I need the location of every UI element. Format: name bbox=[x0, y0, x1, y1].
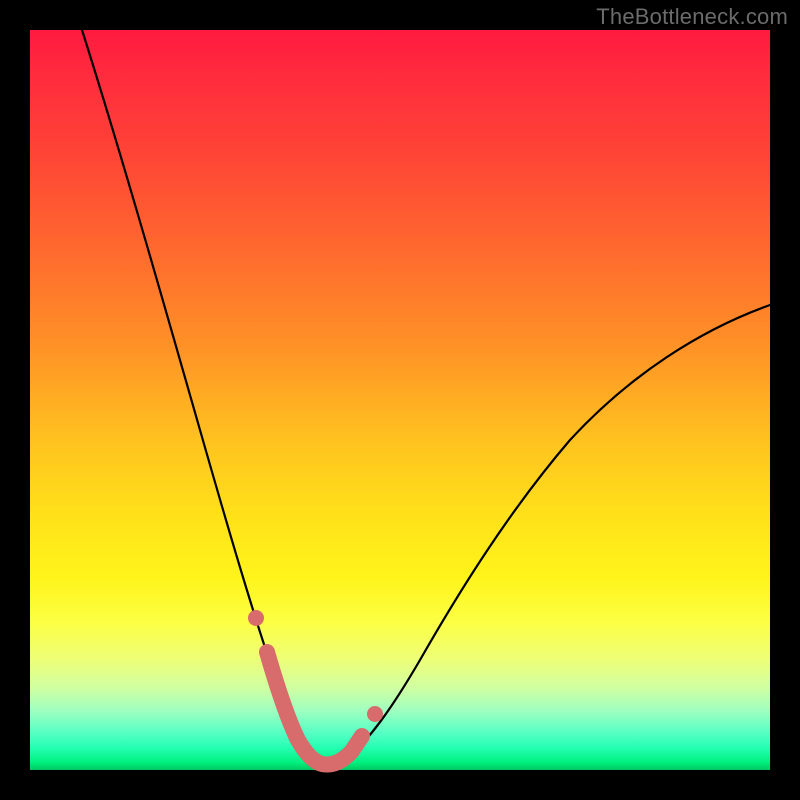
highlight-dot-left bbox=[248, 610, 264, 626]
chart-svg bbox=[30, 30, 770, 770]
watermark-text: TheBottleneck.com bbox=[596, 4, 788, 30]
plot-area bbox=[30, 30, 770, 770]
chart-frame: TheBottleneck.com bbox=[0, 0, 800, 800]
highlight-segment bbox=[267, 652, 362, 764]
highlight-dot-right bbox=[367, 706, 383, 722]
bottleneck-curve bbox=[82, 30, 770, 762]
